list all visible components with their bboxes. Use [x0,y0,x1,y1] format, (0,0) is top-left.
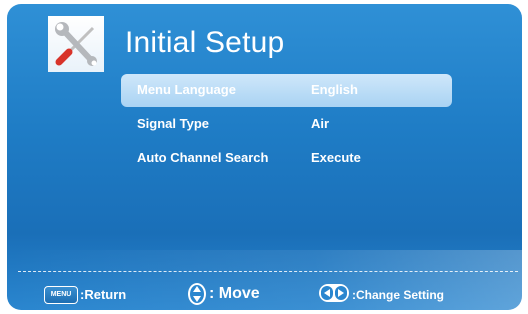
menu-item-menu-language[interactable]: Menu Language English [121,74,452,107]
page-title: Initial Setup [125,26,285,59]
footer-divider [18,271,518,272]
menu-item-label: Auto Channel Search [137,150,269,165]
move-hint: : Move [209,285,260,302]
menu-item-value: English [311,82,358,97]
menu-item-signal-type[interactable]: Signal Type Air [121,108,452,141]
menu-item-value: Air [311,116,330,131]
menu-item-value: Execute [311,150,361,165]
tv-osd-screen: Initial Setup Menu Language English Sign… [7,4,522,310]
change-setting-hint: :Change Setting [352,288,444,302]
up-down-key-icon [188,283,206,305]
return-hint: :Return [80,287,127,302]
menu-item-auto-channel-search[interactable]: Auto Channel Search Execute [121,142,452,175]
tools-icon [48,16,104,72]
left-right-key-icon [319,284,349,302]
menu-item-label: Menu Language [137,82,236,97]
menu-key-icon: MENU [44,286,78,304]
setup-menu: Menu Language English Signal Type Air Au… [121,74,452,176]
footer-hints: MENU :Return : Move :Change Setting [0,281,528,309]
menu-item-label: Signal Type [137,116,209,131]
